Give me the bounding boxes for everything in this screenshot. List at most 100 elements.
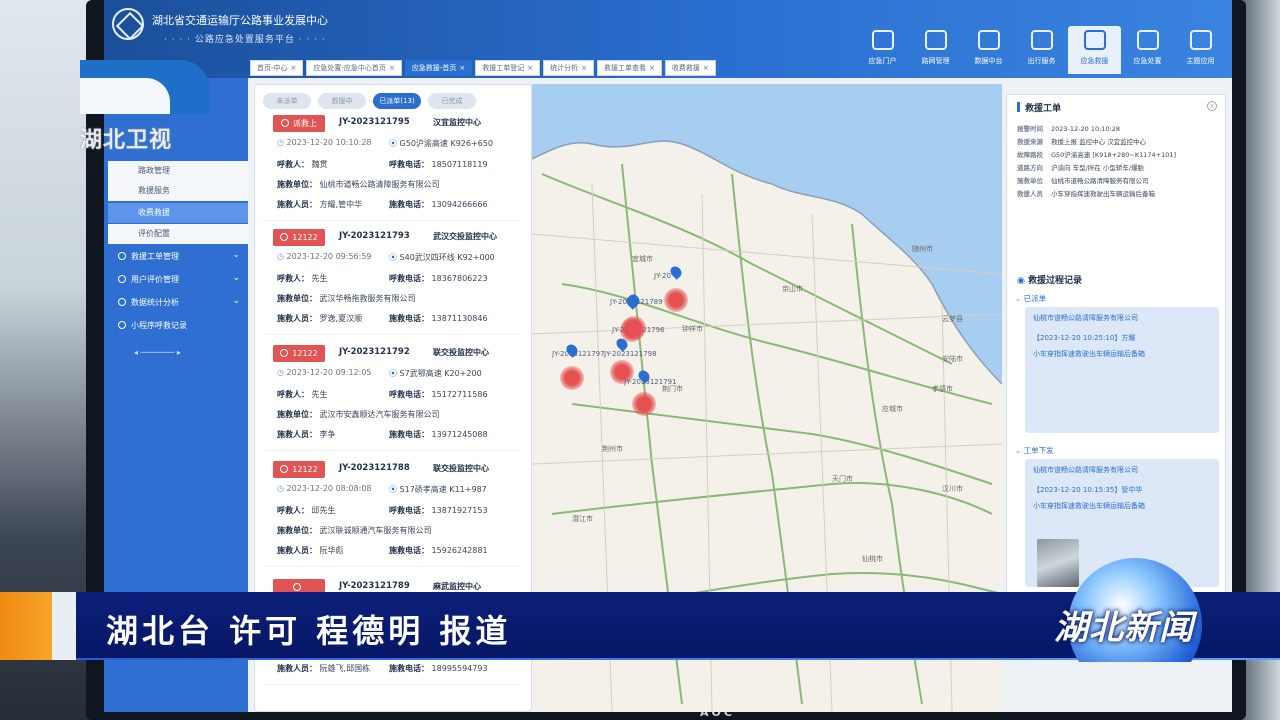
field-label: 道路方向 <box>1017 164 1043 172</box>
sidebar-item-miniapp[interactable]: 小程序呼救记录 <box>108 316 248 336</box>
tab-home[interactable]: 首页-中心 × <box>250 60 304 76</box>
unit-field: 施救单位： 武汉市安鑫顺达汽车服务有限公司 <box>277 410 440 419</box>
sidebar-item-road[interactable]: 路政管理 <box>108 161 248 181</box>
app-subtitle: · · · · 公路应急处置服务平台 · · · · <box>164 35 326 45</box>
incident-marker[interactable] <box>560 366 584 390</box>
marker-label: JY-2023121798 <box>604 350 657 358</box>
close-icon[interactable]: × <box>389 64 395 72</box>
card-header: 12122 JY-2023121792 联交投监控中心 <box>273 345 513 363</box>
station-logo-mark <box>80 60 210 114</box>
filter-in-progress[interactable]: 救援中 <box>318 93 366 109</box>
station-logo: 湖北卫视 <box>80 60 210 153</box>
pin-icon: ⦿ <box>389 485 400 494</box>
caller-phone-field: 呼救电话： 18507118119 <box>389 160 488 169</box>
location: ⦿ S17硚孝高速 K11+987 <box>389 485 487 494</box>
staff-phone-field: 施救电话： 13971245088 <box>389 430 488 439</box>
order-field: 救援来源 救援上报 监控中心 汉宜监控中心 <box>1017 136 1146 146</box>
tab-rescue-home[interactable]: 应急救援-首页 × <box>404 60 473 76</box>
close-icon[interactable]: × <box>527 64 533 72</box>
filter-pending[interactable]: 未派单 <box>263 93 311 109</box>
timeline-line: 小车穿指挥速救驶出车辆运输后备箱 <box>1033 502 1145 510</box>
timeline-line: 仙桃市道畅公路清障服务有限公司 <box>1033 466 1138 474</box>
incident-marker[interactable] <box>632 392 656 416</box>
nav-theme[interactable]: 主题应用 <box>1174 26 1227 74</box>
caller-field: 呼救人： 邱先生 <box>277 506 336 515</box>
source-badge: 12122 <box>273 461 325 478</box>
incident-marker[interactable] <box>664 288 688 312</box>
rescue-card[interactable]: 12122 JY-2023121793 武汉交投监控中心 2023-12-20 09:… <box>263 225 521 335</box>
staff-field: 施救人员： 阮华彪 <box>277 546 344 555</box>
source-badge: 派救上 <box>273 115 325 132</box>
close-icon[interactable]: × <box>291 64 297 72</box>
order-id: JY-2023121788 <box>339 463 410 473</box>
rescue-card[interactable]: 12122 JY-2023121788 联交投监控中心 2023-12-20 08:0… <box>263 457 521 567</box>
town-label: 潜江市 <box>572 515 593 523</box>
sidebar-item-reviews[interactable]: 用户评价管理 <box>108 268 248 290</box>
close-icon[interactable]: × <box>1207 101 1217 111</box>
location: ⦿ S7武鄂高速 K20+200 <box>389 369 482 378</box>
nav-road[interactable]: 路网管理 <box>909 26 962 74</box>
alarm-icon <box>280 349 289 357</box>
town-label: 仙桃市 <box>862 555 883 563</box>
timeline-card-1: 仙桃市道畅公路清障服务有限公司 【2023-12-20 10:25:10】方耀 … <box>1025 307 1219 433</box>
field-value: G50沪渝高速 [K918+280~K1174+101] <box>1051 151 1177 159</box>
order-field: 救援人员 小车穿指挥速救驶出车辆运输后备箱 <box>1017 188 1155 198</box>
filter-dispatched[interactable]: 已派单(13) <box>373 93 421 109</box>
monitor-center: 武汉交投监控中心 <box>433 232 497 241</box>
nav-data[interactable]: 数据中台 <box>962 26 1015 74</box>
staff-field: 施救人员： 阮雄飞,邱国栋 <box>277 664 371 673</box>
process-title: 救援过程记录 <box>1017 273 1082 286</box>
sidebar-item-service[interactable]: 救援服务 <box>108 181 248 201</box>
alarm-icon <box>281 119 289 127</box>
program-brand: 湖北新闻 <box>1054 608 1194 648</box>
monitor-center: 麻武监控中心 <box>433 582 481 591</box>
location: ⦿ G50沪渝高速 K926+650 <box>389 139 493 148</box>
tab-order-register[interactable]: 救援工单登记 × <box>475 60 541 76</box>
tab-order-view[interactable]: 救援工单查看 × <box>596 60 662 76</box>
unit-field: 施救单位： 武汉华畅拖救服务有限公司 <box>277 294 416 303</box>
close-icon[interactable]: × <box>459 64 465 72</box>
field-value: 救援上报 监控中心 汉宜监控中心 <box>1051 138 1147 146</box>
rescue-card[interactable]: 派救上 JY-2023121795 汉宜监控中心 2023-12-20 10:10:2… <box>263 111 521 221</box>
town-label: 钟祥市 <box>682 325 703 333</box>
app-title: 湖北省交通运输厅公路事业发展中心 <box>152 14 328 27</box>
close-icon[interactable]: × <box>703 64 709 72</box>
alarm-icon <box>293 583 301 591</box>
tab-emergency-home[interactable]: 应急处置-应急中心首页 × <box>306 60 402 76</box>
sidebar-item-toll[interactable]: 收费救援 <box>108 203 248 223</box>
caller-phone-field: 呼救电话： 15172711586 <box>389 390 488 399</box>
incident-marker[interactable] <box>622 316 646 340</box>
field-value: 仙桃市道畅公路清障服务有限公司 <box>1051 177 1149 185</box>
nav-emergency[interactable]: 应急处置 <box>1121 26 1174 74</box>
order-id: JY-2023121793 <box>339 231 410 241</box>
sidebar-item-config[interactable]: 评价配置 <box>108 224 248 244</box>
staff-field: 施救人员： 罗逸,夏汉顺 <box>277 314 363 323</box>
filter-completed[interactable]: 已完成 <box>428 93 476 109</box>
tab-toll-rescue[interactable]: 收费救援 × <box>664 60 716 76</box>
emblem-icon <box>112 8 144 40</box>
status-filters: 未派单 救援中 已派单(13) 已完成 <box>263 93 483 109</box>
sidebar-item-orders[interactable]: 救援工单管理 <box>108 245 248 267</box>
monitor-center: 联交投监控中心 <box>433 348 489 357</box>
town-label: 荆门市 <box>662 385 683 393</box>
timeline-line: 仙桃市道畅公路清障服务有限公司 <box>1033 314 1138 322</box>
reporter-caption: 湖北台 许可 程德明 报道 <box>106 612 512 650</box>
rescue-card[interactable]: 12122 JY-2023121792 联交投监控中心 2023-12-20 09:1… <box>263 341 521 451</box>
caller-field: 呼救人： 先生 <box>277 390 328 399</box>
field-value: 2023-12-20 10:10:28 <box>1051 125 1121 133</box>
report-time: 2023-12-20 09:12:05 <box>277 368 372 377</box>
close-icon[interactable]: × <box>581 64 587 72</box>
collapse-icon[interactable]: ◂ ─────── ▸ <box>134 348 181 357</box>
staff-phone-field: 施救电话： 13871130846 <box>389 314 488 323</box>
sidebar-item-stats[interactable]: 数据统计分析 <box>108 291 248 313</box>
tab-stats[interactable]: 统计分析 × <box>543 60 594 76</box>
field-label: 救援人员 <box>1017 190 1043 198</box>
pin-icon: ⦿ <box>389 139 400 148</box>
nav-travel[interactable]: 出行服务 <box>1015 26 1068 74</box>
source-badge: 12122 <box>273 345 325 362</box>
nav-portal[interactable]: 应急门户 <box>856 26 909 74</box>
nav-rescue[interactable]: 应急救援 <box>1068 26 1121 74</box>
close-icon[interactable]: × <box>649 64 655 72</box>
card-header: 派救上 JY-2023121795 汉宜监控中心 <box>273 115 513 133</box>
station-logo-text: 湖北卫视 <box>80 128 173 153</box>
